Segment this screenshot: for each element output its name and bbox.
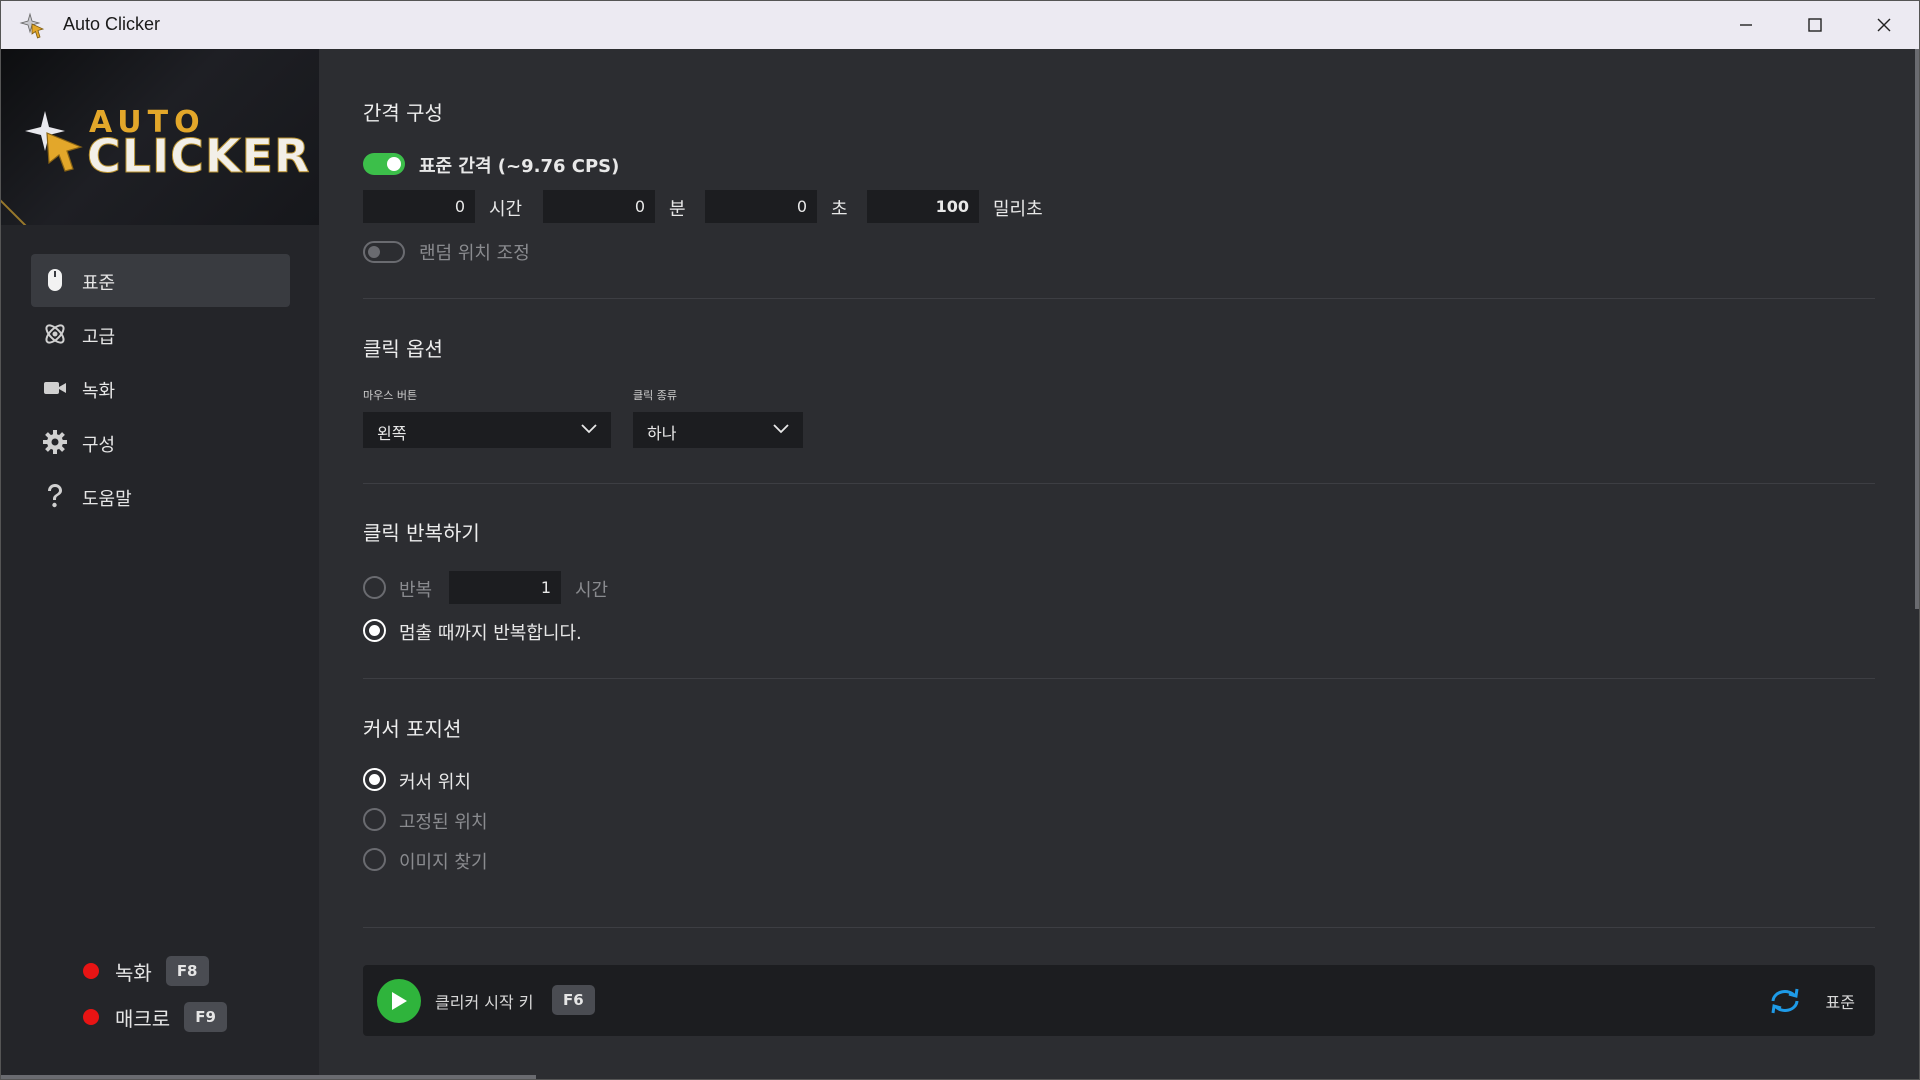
random-position-toggle[interactable] (363, 241, 405, 263)
refresh-icon[interactable] (1769, 987, 1801, 1015)
atom-icon (43, 322, 67, 346)
cursor-section-title: 커서 포지션 (363, 717, 462, 741)
fixed-position-label: 고정된 위치 (399, 812, 488, 833)
record-hotkey-key[interactable]: F8 (165, 956, 209, 986)
hours-input[interactable]: 0 (363, 190, 475, 223)
section-divider (363, 927, 1875, 928)
mouse-icon (43, 268, 67, 292)
section-divider (363, 483, 1875, 484)
close-icon (1877, 18, 1890, 32)
click-type-value: 하나 (647, 424, 677, 443)
logo-line-2: CLICKER (86, 129, 311, 184)
record-indicator-dot (83, 963, 99, 979)
app-star-cursor-icon (19, 12, 45, 39)
sidebar-item-label: 표준 (82, 273, 116, 294)
standard-interval-label: 표준 간격 (~9.76 CPS) (419, 156, 620, 177)
image-search-radio[interactable] (363, 848, 386, 871)
close-button[interactable] (1849, 1, 1918, 49)
horizontal-scrollbar[interactable] (1, 1075, 536, 1079)
record-hotkey-label: 녹화 (115, 960, 152, 985)
repeat-count-input[interactable]: 1 (449, 571, 561, 604)
mouse-button-label: 마우스 버튼 (363, 389, 418, 402)
sidebar-item-label: 녹화 (82, 381, 116, 402)
chevron-down-icon (581, 424, 597, 434)
repeat-count-radio[interactable] (363, 576, 386, 599)
chevron-down-icon (773, 424, 789, 434)
milliseconds-unit-label: 밀리초 (993, 199, 1043, 220)
video-camera-icon (43, 376, 67, 400)
sidebar-item-record[interactable]: 녹화 (31, 362, 290, 415)
repeat-count-label: 반복 (399, 580, 433, 601)
seconds-unit-label: 초 (831, 199, 848, 220)
macro-indicator-dot (83, 1009, 99, 1025)
logo-stripe (1, 181, 47, 225)
click-options-title: 클릭 옵션 (363, 337, 443, 361)
random-position-label: 랜덤 위치 조정 (419, 243, 530, 264)
minutes-input[interactable]: 0 (543, 190, 655, 223)
repeat-until-stopped-radio[interactable] (363, 619, 386, 642)
app-logo: AUTO CLICKER (1, 49, 319, 225)
image-search-label: 이미지 찾기 (399, 852, 488, 873)
sidebar-item-label: 고급 (82, 327, 116, 348)
vertical-scrollbar[interactable] (1915, 49, 1919, 609)
cursor-position-radio[interactable] (363, 768, 386, 791)
click-type-select[interactable]: 하나 (633, 412, 803, 448)
window-title: Auto Clicker (63, 14, 161, 34)
app-window: Auto Clicker AUTO CLICKER 표준 고급 녹화 구성 도움… (0, 0, 1920, 1080)
minimize-button[interactable] (1711, 1, 1780, 49)
start-bar: 클리커 시작 키 F6 표준 (363, 965, 1875, 1036)
mouse-button-value: 왼쪽 (377, 424, 407, 443)
click-type-label: 클릭 종류 (633, 389, 677, 402)
play-icon (392, 992, 407, 1010)
seconds-input[interactable]: 0 (705, 190, 817, 223)
minimize-icon (1739, 24, 1752, 26)
repeat-section-title: 클릭 반복하기 (363, 521, 480, 545)
sidebar-item-help[interactable]: 도움말 (31, 470, 290, 523)
mouse-button-select[interactable]: 왼쪽 (363, 412, 611, 448)
sidebar-item-settings[interactable]: 구성 (31, 416, 290, 469)
question-icon (43, 484, 67, 508)
sidebar-item-standard[interactable]: 표준 (31, 254, 290, 307)
sidebar-item-label: 구성 (82, 435, 116, 456)
sidebar-item-advanced[interactable]: 고급 (31, 308, 290, 361)
fixed-position-radio[interactable] (363, 808, 386, 831)
macro-hotkey-row: 매크로 F9 (83, 1001, 227, 1033)
hours-unit-label: 시간 (489, 199, 523, 220)
start-clicker-button[interactable] (377, 979, 421, 1023)
section-divider (363, 678, 1875, 679)
macro-hotkey-label: 매크로 (115, 1006, 171, 1031)
sidebar-item-label: 도움말 (82, 489, 132, 510)
logo-star-cursor-icon (25, 111, 83, 172)
interval-section-title: 간격 구성 (363, 101, 443, 125)
macro-hotkey-key[interactable]: F9 (184, 1002, 227, 1032)
main-panel: 간격 구성 표준 간격 (~9.76 CPS) 0 시간 0 분 0 초 100… (319, 49, 1919, 1079)
repeat-until-stopped-label: 멈출 때까지 반복합니다. (399, 623, 582, 644)
mode-label: 표준 (1825, 993, 1855, 1012)
standard-interval-toggle[interactable] (363, 153, 405, 175)
start-key-label: 클리커 시작 키 (435, 993, 534, 1012)
sidebar: AUTO CLICKER 표준 고급 녹화 구성 도움말 녹화 F8 매크로 F… (1, 49, 319, 1079)
minutes-unit-label: 분 (669, 199, 686, 220)
section-divider (363, 298, 1875, 299)
milliseconds-input[interactable]: 100 (867, 190, 979, 223)
gear-icon (43, 430, 67, 454)
title-bar: Auto Clicker (1, 1, 1919, 49)
maximize-icon (1807, 18, 1822, 32)
maximize-button[interactable] (1780, 1, 1849, 49)
repeat-unit-label: 시간 (575, 580, 609, 601)
start-hotkey-key[interactable]: F6 (552, 985, 595, 1015)
cursor-position-label: 커서 위치 (399, 772, 471, 793)
record-hotkey-row: 녹화 F8 (83, 955, 209, 987)
